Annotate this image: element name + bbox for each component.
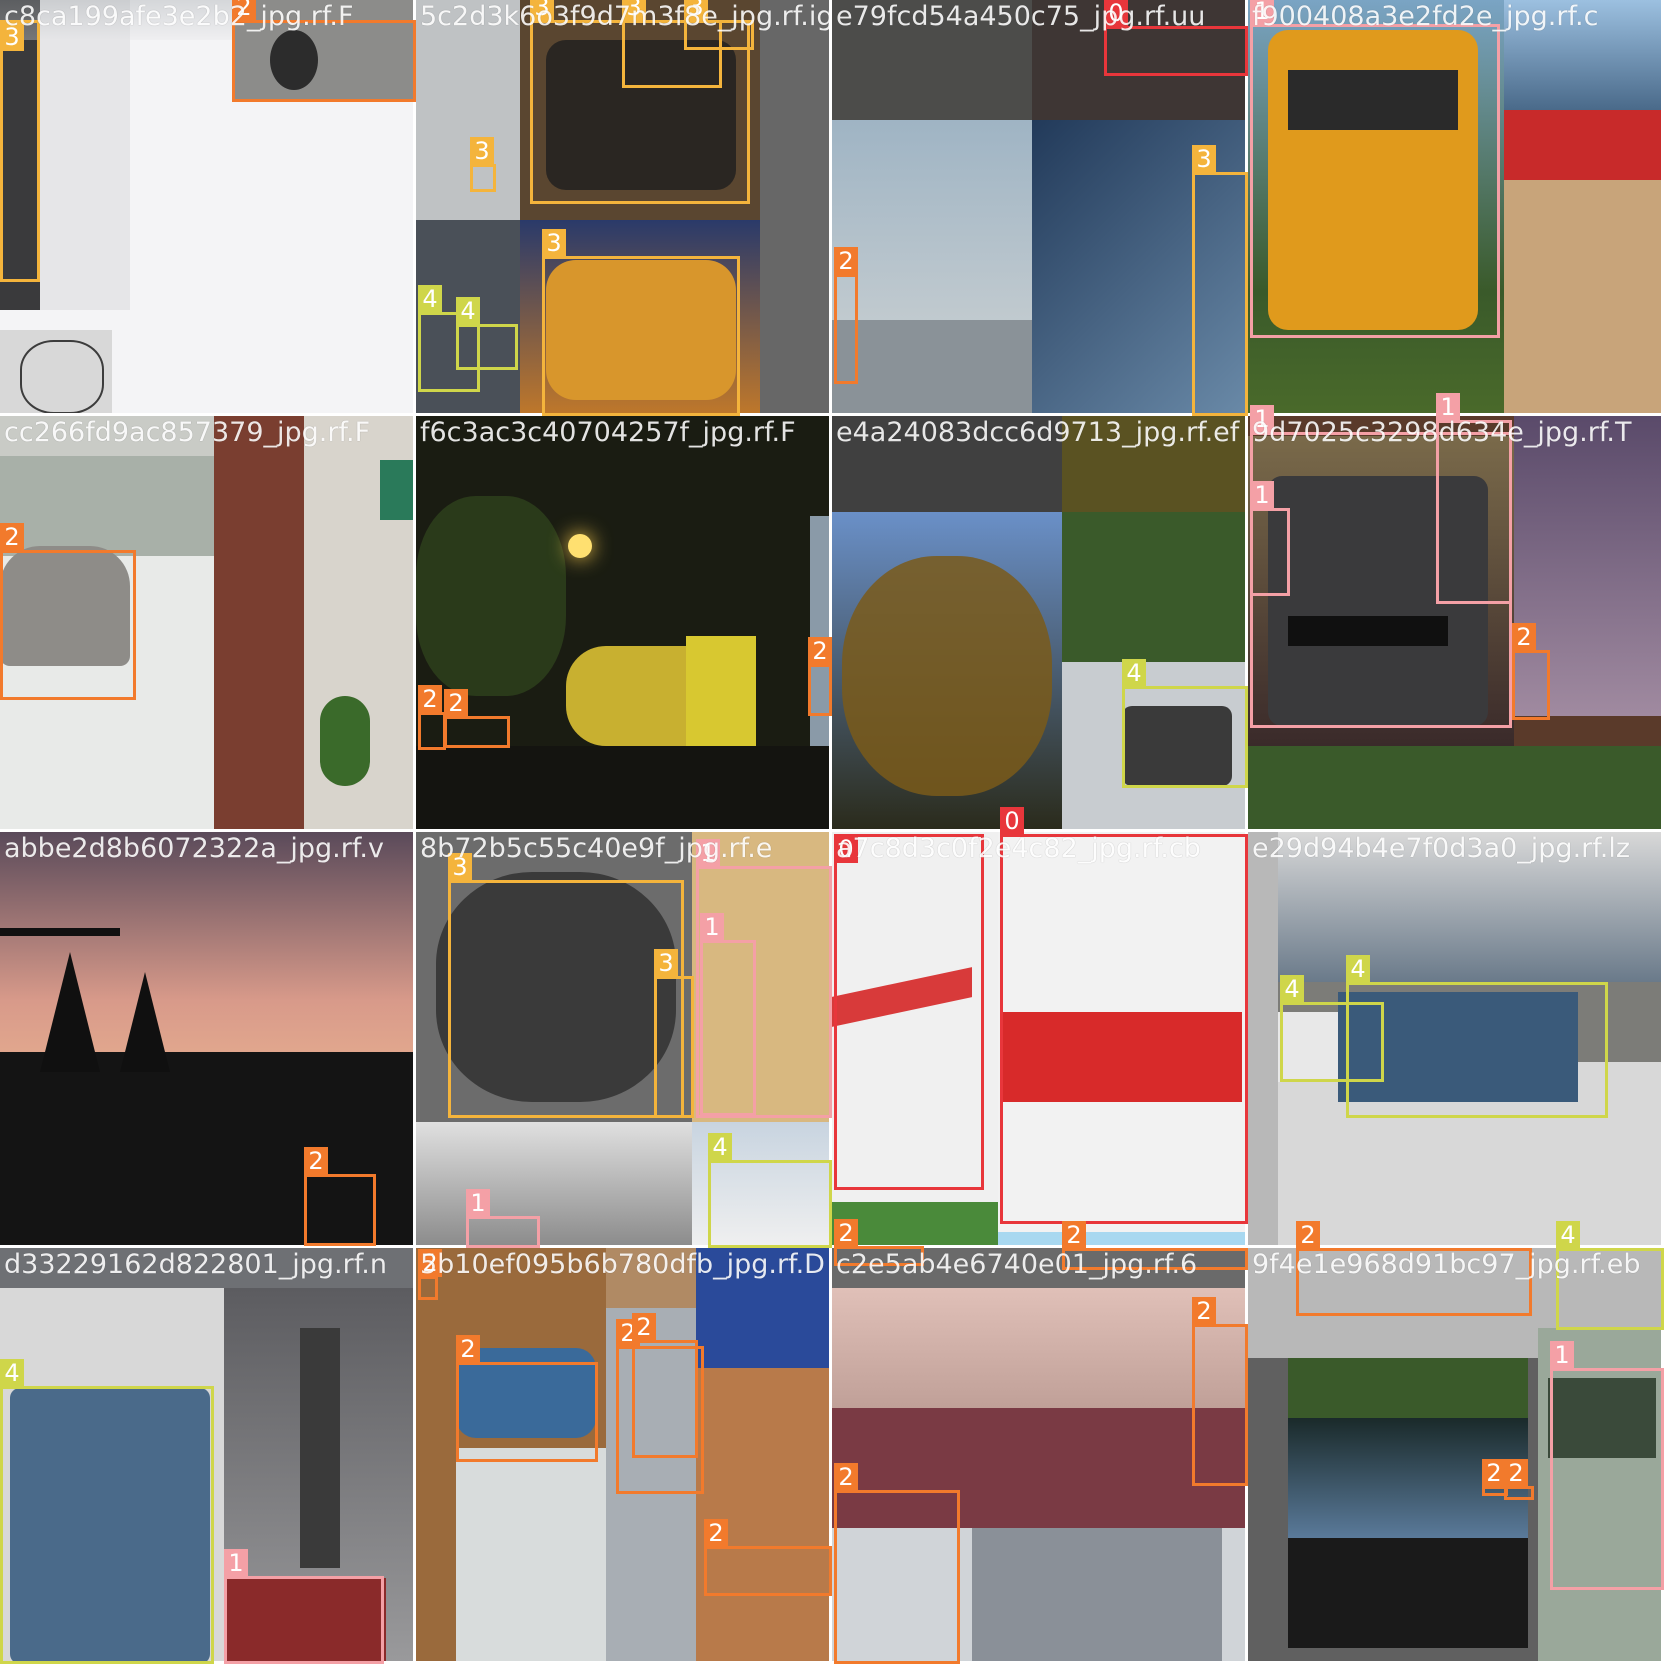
bounding-box: 1	[466, 1189, 540, 1248]
tile-filename: e4a24083dcc6d9713_jpg.rf.ef	[836, 417, 1240, 448]
class-label: 2	[632, 1313, 656, 1341]
bounding-box: 2	[1504, 1459, 1534, 1500]
bounding-box: 2	[834, 247, 858, 384]
bounding-box: 3	[654, 949, 694, 1118]
class-label: 1	[1250, 481, 1274, 509]
class-label: 4	[708, 1133, 732, 1161]
bounding-box: 1	[1550, 1341, 1664, 1590]
bounding-box: 2	[418, 685, 446, 750]
class-label: 2	[704, 1519, 728, 1547]
bounding-box: 2	[1512, 623, 1550, 720]
mosaic-grid: c8ca199afe3e2b2_jpg.rf.F 5c2d3k6o3f9d7m3…	[0, 0, 1664, 1664]
class-label: 3	[542, 229, 566, 257]
class-label: 2	[456, 1335, 480, 1363]
tile-filename: abbe2d8b6072322a_jpg.rf.v	[4, 833, 384, 864]
class-label: 2	[1512, 623, 1536, 651]
class-label: 4	[0, 1359, 24, 1387]
class-label: 2	[0, 523, 24, 551]
class-label: 0	[1000, 807, 1024, 835]
class-label: 2	[834, 1219, 858, 1247]
bounding-box: 0	[834, 834, 984, 1190]
class-label: 3	[654, 949, 678, 977]
bounding-box: 4	[456, 297, 518, 370]
bounding-box: 1	[1250, 481, 1290, 596]
class-label: 1	[224, 1549, 248, 1577]
tile-filename: d33229162d822801_jpg.rf.n	[4, 1249, 387, 1280]
class-label: 2	[418, 685, 442, 713]
bounding-box: 3	[0, 20, 40, 282]
bounding-box: 1	[700, 913, 756, 1116]
tile-filename: 5b10ef095b6b780dfb_jpg.rf.D	[420, 1249, 825, 1280]
bounding-box: 0	[1000, 807, 1248, 1224]
class-label: 1	[700, 913, 724, 941]
bounding-box: 2	[0, 523, 136, 700]
bounding-box: 2	[834, 1463, 960, 1664]
tile-filename: e29d94b4e7f0d3a0_jpg.rf.lz	[1252, 833, 1631, 864]
bounding-box: 4	[1346, 955, 1608, 1118]
mosaic-tile: f6c3ac3c40704257f_jpg.rf.F	[416, 416, 832, 832]
tile-filename: 8b72b5c55c40e9f_jpg.rf.e	[420, 833, 773, 864]
bounding-box: 2	[704, 1519, 832, 1596]
class-label: 2	[1482, 1459, 1506, 1487]
class-label: 3	[470, 137, 494, 165]
bounding-box: 2	[1192, 1297, 1248, 1486]
bounding-box: 3	[542, 229, 740, 416]
class-label: 2	[1192, 1297, 1216, 1325]
bounding-box: 4	[1122, 659, 1248, 788]
bounding-box: 2	[456, 1335, 598, 1462]
bounding-box: 2	[232, 0, 416, 102]
bounding-box: 4	[708, 1133, 832, 1248]
tile-filename: f900408a3e2fd2e_jpg.rf.c	[1252, 1, 1599, 32]
class-label: 4	[1346, 955, 1370, 983]
class-label: 1	[466, 1189, 490, 1217]
bounding-box: 2	[444, 689, 510, 748]
tile-filename: e79fcd54a450c75_jpg.rf.uu	[836, 1, 1206, 32]
bounding-box: 2	[304, 1147, 376, 1246]
bounding-box: 0	[1104, 0, 1248, 76]
bounding-box: 4	[0, 1359, 214, 1664]
class-label: 2	[834, 1463, 858, 1491]
class-label: 2	[808, 637, 832, 665]
tile-filename: 5c2d3k6o3f9d7m3f8e_jpg.rf.igo	[420, 1, 832, 32]
class-label: 1	[1550, 1341, 1574, 1369]
bounding-box: 1	[224, 1549, 384, 1664]
bounding-box: 2	[808, 637, 832, 716]
class-label: 2	[304, 1147, 328, 1175]
tile-filename: a7c8d3c0f2e4c82_jpg.rf.cb	[836, 833, 1201, 864]
class-label: 2	[1296, 1221, 1320, 1249]
bounding-box: 2	[632, 1313, 698, 1458]
class-label: 2	[1504, 1459, 1528, 1487]
tile-filename: f6c3ac3c40704257f_jpg.rf.F	[420, 417, 796, 448]
class-label: 2	[1062, 1221, 1086, 1249]
class-label: 2	[834, 247, 858, 275]
tile-filename: c2e5ab4e6740e01_jpg.rf.6	[836, 1249, 1198, 1280]
bounding-box: 3	[1192, 145, 1248, 416]
bounding-box: 1	[1250, 0, 1500, 338]
tile-filename: cc266fd9ac857379_jpg.rf.F	[4, 417, 371, 448]
class-label: 2	[444, 689, 468, 717]
class-label: 4	[456, 297, 480, 325]
bounding-box: 3	[470, 137, 496, 192]
class-label: 3	[1192, 145, 1216, 173]
tile-filename: 9f4e1e968d91bc97_jpg.rf.eb	[1252, 1249, 1641, 1280]
tile-filename: c8ca199afe3e2b2_jpg.rf.F	[4, 1, 354, 32]
tile-filename: 9d7025c3298d634e_jpg.rf.T	[1252, 417, 1632, 448]
class-label: 4	[1122, 659, 1146, 687]
class-label: 4	[1556, 1221, 1580, 1249]
class-label: 4	[1280, 975, 1304, 1003]
class-label: 4	[418, 285, 442, 313]
bounding-box: 3	[448, 853, 684, 1118]
